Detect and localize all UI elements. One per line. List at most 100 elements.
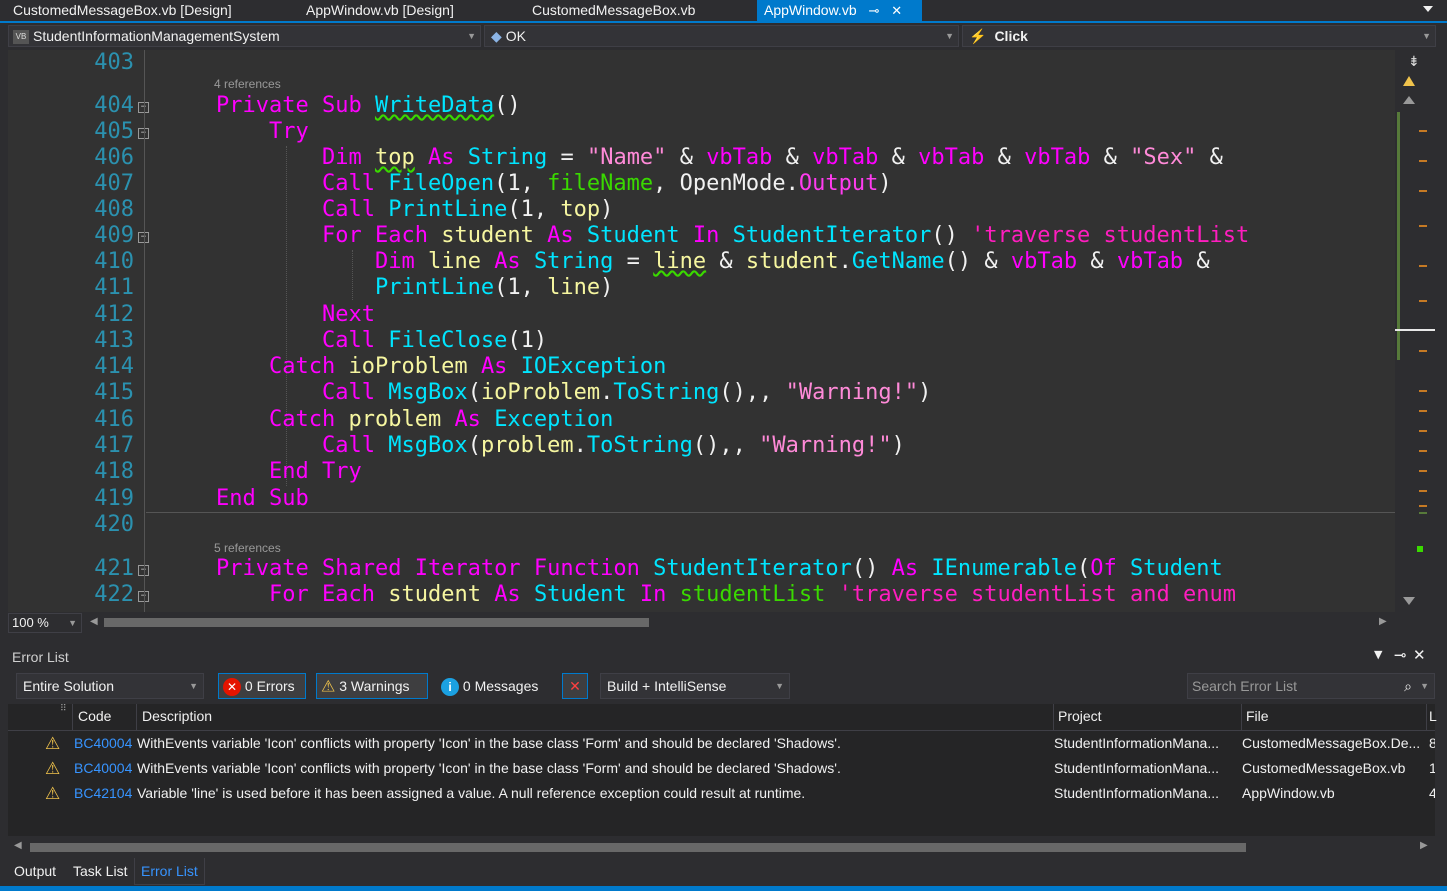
close-icon[interactable]: ✕	[891, 1, 902, 21]
line-number: 413	[94, 328, 134, 353]
chevron-down-icon: ▼	[945, 31, 954, 41]
code-line: Call PrintLine(1, top)	[321, 197, 614, 222]
warning-icon: ⚠	[45, 784, 61, 803]
auto-hide-pin-icon[interactable]: ⊸	[1394, 646, 1407, 664]
error-description: WithEvents variable 'Icon' conflicts wit…	[137, 735, 841, 751]
horizontal-scroll-thumb[interactable]	[30, 843, 1246, 852]
error-line: 1	[1429, 760, 1435, 776]
line-number: 416	[94, 407, 134, 432]
table-row[interactable]: ⚠ BC40004 WithEvents variable 'Icon' con…	[8, 756, 1435, 781]
line-number: 410	[94, 249, 134, 274]
project-dropdown[interactable]: VB StudentInformationManagementSystem ▼	[8, 25, 481, 47]
filter-button[interactable]: ✕	[562, 673, 588, 699]
error-list-horizontal-scrollbar[interactable]: ◀ ▶	[8, 838, 1435, 856]
line-number: 417	[94, 433, 134, 458]
code-line: Private Shared Iterator Function Student…	[216, 556, 1223, 581]
error-file: CustomedMessageBox.De...	[1242, 735, 1421, 751]
object-dropdown[interactable]: ◆ OK ▼	[484, 25, 959, 47]
error-list-table: ⠿ Code Description Project File L ⚠ BC40…	[8, 704, 1437, 836]
column-file[interactable]: File	[1246, 708, 1269, 724]
line-number: 405	[94, 119, 134, 144]
table-header: ⠿ Code Description Project File L	[8, 704, 1437, 731]
project-name: StudentInformationManagementSystem	[33, 28, 280, 44]
code-line: PrintLine(1, line)	[374, 275, 614, 300]
line-number: 422	[94, 582, 134, 607]
code-line: Call FileOpen(1, fileName, OpenMode.Outp…	[321, 171, 892, 196]
line-number: 419	[94, 486, 134, 511]
table-row[interactable]: ⚠ BC40004 WithEvents variable 'Icon' con…	[8, 731, 1435, 756]
tab-appwindow-code[interactable]: AppWindow.vb ⊸ ✕	[757, 0, 922, 21]
error-code-link[interactable]: BC42104	[74, 781, 134, 806]
messages-filter-button[interactable]: i 0 Messages	[436, 673, 552, 699]
tab-customedmessagebox-code[interactable]: CustomedMessageBox.vb	[519, 0, 749, 21]
code-line: Call FileClose(1)	[321, 328, 548, 353]
codelens-references[interactable]: 4 references	[214, 77, 281, 91]
line-number: 421	[94, 556, 134, 581]
status-accent-line	[0, 886, 1447, 891]
editor-vertical-scrollbar[interactable]: ⇟	[1395, 50, 1435, 612]
scroll-left-icon[interactable]: ◀	[14, 840, 22, 851]
tab-customedmessagebox-design[interactable]: CustomedMessageBox.vb [Design]	[0, 0, 290, 21]
errors-filter-button[interactable]: ✕ 0 Errors	[218, 673, 306, 699]
horizontal-scroll-thumb[interactable]	[104, 618, 649, 627]
tab-label: AppWindow.vb [Design]	[306, 2, 454, 18]
code-line: Catch ioProblem As IOException	[268, 354, 667, 379]
code-line: End Sub	[216, 486, 309, 511]
filter-icon: ✕	[569, 678, 581, 694]
vb-project-icon: VB	[13, 30, 29, 45]
error-file: AppWindow.vb	[1242, 785, 1335, 801]
document-tab-bar: CustomedMessageBox.vb [Design] AppWindow…	[0, 0, 1447, 21]
zoom-dropdown[interactable]: 100 % ▼	[8, 613, 82, 633]
line-number: 406	[94, 145, 134, 170]
tab-label: Error List	[141, 863, 198, 879]
column-line[interactable]: L	[1429, 708, 1437, 724]
search-error-list-input[interactable]: Search Error List ⌕ ▼	[1187, 673, 1435, 699]
error-list-toolbar: Entire Solution ▼ ✕ 0 Errors ⚠ 3 Warning…	[8, 672, 1435, 702]
error-code-link[interactable]: BC40004	[74, 756, 134, 781]
close-icon[interactable]: ✕	[1413, 646, 1426, 664]
chevron-down-icon: ▼	[68, 618, 77, 628]
column-code[interactable]: Code	[78, 708, 111, 724]
code-line: Dim top As String = "Name" & vbTab & vbT…	[321, 145, 1223, 170]
object-icon: ◆	[491, 28, 502, 44]
scrollbar-map: ⇟	[1395, 50, 1435, 612]
scope-value: Entire Solution	[23, 678, 115, 694]
tab-overflow-dropdown-icon[interactable]	[1421, 2, 1435, 16]
tab-task-list[interactable]: Task List	[67, 858, 133, 884]
search-placeholder: Search Error List	[1192, 678, 1298, 694]
scroll-right-icon[interactable]: ▶	[1379, 616, 1387, 627]
scroll-left-icon[interactable]: ◀	[90, 616, 98, 627]
code-area[interactable]: 403 4 references 404 405 406 407 408 409…	[8, 50, 1395, 612]
chevron-down-icon: ▼	[775, 681, 784, 691]
build-source-dropdown[interactable]: Build + IntelliSense ▼	[600, 673, 790, 699]
scroll-right-icon[interactable]: ▶	[1420, 840, 1428, 851]
column-chooser-icon[interactable]: ⠿	[60, 704, 67, 714]
column-description[interactable]: Description	[142, 708, 212, 724]
line-number: 414	[94, 354, 134, 379]
error-code-link[interactable]: BC40004	[74, 731, 134, 756]
code-editor[interactable]: 403 4 references 404 405 406 407 408 409…	[8, 50, 1395, 612]
warnings-filter-button[interactable]: ⚠ 3 Warnings	[316, 673, 428, 699]
code-line: Call MsgBox(problem.ToString(),, "Warnin…	[321, 433, 905, 458]
errors-count: 0 Errors	[244, 678, 295, 694]
error-project: StudentInformationMana...	[1054, 760, 1219, 776]
codelens-references[interactable]: 5 references	[214, 541, 281, 555]
tab-appwindow-design[interactable]: AppWindow.vb [Design]	[293, 0, 523, 21]
tab-error-list[interactable]: Error List	[134, 858, 205, 885]
warning-icon: ⚠	[45, 734, 61, 753]
code-line: Dim line As String = line & student.GetN…	[374, 249, 1210, 274]
warning-icon: ⚠	[321, 678, 336, 696]
line-number: 407	[94, 171, 134, 196]
column-project[interactable]: Project	[1058, 708, 1102, 724]
table-row[interactable]: ⚠ BC42104 Variable 'line' is used before…	[8, 781, 1435, 806]
warnings-count: 3 Warnings	[339, 678, 410, 694]
error-project: StudentInformationMana...	[1054, 785, 1219, 801]
lightning-icon: ⚡	[969, 28, 987, 44]
scope-dropdown[interactable]: Entire Solution ▼	[16, 673, 204, 699]
chevron-down-icon: ▼	[467, 31, 476, 41]
error-description: WithEvents variable 'Icon' conflicts wit…	[137, 760, 841, 776]
pin-icon[interactable]: ⊸	[869, 1, 880, 21]
window-position-dropdown-icon[interactable]: ▼	[1374, 648, 1382, 661]
event-dropdown[interactable]: ⚡ Click ▼	[962, 25, 1436, 47]
tab-output[interactable]: Output	[8, 858, 62, 884]
